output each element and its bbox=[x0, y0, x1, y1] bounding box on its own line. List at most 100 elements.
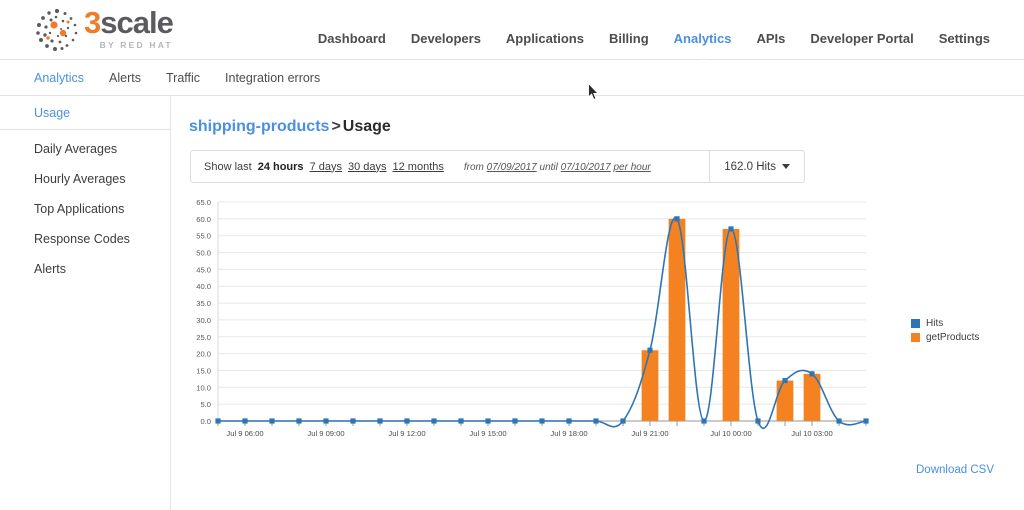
chart-data-point[interactable] bbox=[566, 418, 572, 424]
chart-data-point[interactable] bbox=[728, 226, 734, 232]
nav-item-apis[interactable]: APIs bbox=[756, 31, 785, 46]
breadcrumb-service-link[interactable]: shipping-products bbox=[189, 118, 329, 135]
brand-name-rest: scale bbox=[100, 4, 174, 40]
range-option-12-months[interactable]: 12 months bbox=[393, 161, 444, 173]
usage-chart: 0.0 5.0 10.0 15.0 20.0 25.0 30.0 35.0 40.0 45.0 50… bbox=[171, 194, 1024, 454]
sidebar-item-daily-averages[interactable]: Daily Averages bbox=[0, 134, 170, 164]
y-axis-tick-label: 5.0 bbox=[200, 400, 211, 409]
range-selector: Show last 24 hours 7 days 30 days 12 mon… bbox=[191, 161, 651, 173]
download-csv-link[interactable]: Download CSV bbox=[916, 464, 994, 476]
chart-data-point[interactable] bbox=[593, 418, 599, 424]
until-label: until bbox=[539, 161, 558, 173]
x-axis-tick-label: Jul 9 09:00 bbox=[307, 429, 344, 438]
sidebar-item-hourly-averages[interactable]: Hourly Averages bbox=[0, 164, 170, 194]
until-date[interactable]: 07/10/2017 bbox=[561, 162, 611, 173]
y-axis-tick-label: 60.0 bbox=[196, 215, 211, 224]
chart-data-point[interactable] bbox=[485, 418, 491, 424]
chart-bar[interactable] bbox=[641, 350, 659, 421]
range-option-30-days[interactable]: 30 days bbox=[348, 161, 387, 173]
x-axis-tick-label: Jul 9 06:00 bbox=[226, 429, 263, 438]
chart-data-point[interactable] bbox=[647, 347, 653, 353]
range-option-7-days[interactable]: 7 days bbox=[310, 161, 342, 173]
chart-data-point[interactable] bbox=[674, 216, 680, 222]
legend-item-hits[interactable]: Hits bbox=[911, 318, 979, 329]
chart-data-point[interactable] bbox=[539, 418, 545, 424]
x-axis-tick-label: Jul 9 12:00 bbox=[388, 429, 425, 438]
breadcrumb: shipping-products > Usage bbox=[189, 118, 391, 136]
chart-data-point[interactable] bbox=[809, 371, 815, 377]
show-last-label: Show last bbox=[204, 160, 252, 173]
analytics-usage-page: 3scale BY RED HAT Dashboard Developers A… bbox=[0, 0, 1024, 510]
metric-dropdown[interactable]: 162.0 Hits bbox=[709, 151, 804, 182]
chart-data-point[interactable] bbox=[863, 418, 869, 424]
chart-bar[interactable] bbox=[776, 380, 794, 421]
subnav-item-traffic[interactable]: Traffic bbox=[166, 71, 200, 85]
legend-label-hits: Hits bbox=[926, 318, 944, 329]
chart-data-point[interactable] bbox=[782, 377, 788, 384]
chevron-down-icon bbox=[782, 164, 790, 169]
main-navigation: Dashboard Developers Applications Billin… bbox=[318, 31, 990, 66]
top-header: 3scale BY RED HAT Dashboard Developers A… bbox=[0, 0, 1024, 66]
from-date[interactable]: 07/09/2017 bbox=[487, 162, 537, 173]
sidebar-item-response-codes[interactable]: Response Codes bbox=[0, 224, 170, 254]
chart-data-point[interactable] bbox=[755, 418, 761, 424]
sidebar-item-top-applications[interactable]: Top Applications bbox=[0, 194, 170, 224]
y-axis-tick-label: 0.0 bbox=[200, 417, 211, 426]
y-axis-tick-label: 25.0 bbox=[196, 333, 211, 342]
y-axis-tick-label: 20.0 bbox=[196, 350, 211, 359]
nav-item-analytics[interactable]: Analytics bbox=[673, 31, 732, 66]
y-axis-tick-label: 45.0 bbox=[196, 265, 211, 274]
y-axis-tick-label: 55.0 bbox=[196, 232, 211, 241]
chart-line-hits bbox=[217, 217, 867, 430]
chart-data-point[interactable] bbox=[242, 418, 248, 424]
chart-data-point[interactable] bbox=[836, 418, 842, 424]
sub-navigation: Analytics Alerts Traffic Integration err… bbox=[0, 60, 1024, 96]
chart-data-point[interactable] bbox=[377, 418, 383, 424]
x-axis-tick-label: Jul 10 03:00 bbox=[791, 429, 832, 438]
date-range-toolbar: Show last 24 hours 7 days 30 days 12 mon… bbox=[190, 150, 805, 183]
sidebar: Usage Daily Averages Hourly Averages Top… bbox=[0, 96, 171, 510]
brand-name-prefix: 3 bbox=[84, 4, 101, 40]
subnav-item-integration-errors[interactable]: Integration errors bbox=[225, 71, 320, 85]
sidebar-item-alerts[interactable]: Alerts bbox=[0, 254, 170, 284]
from-label: from bbox=[463, 161, 484, 173]
legend-swatch-getproducts bbox=[911, 333, 920, 342]
chart-data-point[interactable] bbox=[620, 418, 626, 424]
y-axis-tick-label: 50.0 bbox=[196, 249, 211, 258]
sidebar-item-usage[interactable]: Usage bbox=[34, 106, 170, 120]
brand-logo[interactable]: 3scale BY RED HAT bbox=[34, 4, 174, 53]
chart-data-point[interactable] bbox=[512, 418, 518, 424]
brand-wordmark: 3scale BY RED HAT bbox=[84, 4, 174, 50]
legend-item-getproducts[interactable]: getProducts bbox=[911, 332, 979, 343]
chart-legend: Hits getProducts bbox=[911, 318, 979, 346]
usage-chart-svg[interactable]: 0.0 5.0 10.0 15.0 20.0 25.0 30.0 35.0 40.0 45.0 50… bbox=[171, 194, 1024, 454]
chart-data-point[interactable] bbox=[404, 418, 410, 424]
chart-data-point[interactable] bbox=[431, 418, 437, 424]
nav-item-developers[interactable]: Developers bbox=[411, 31, 481, 46]
granularity-label[interactable]: per hour bbox=[614, 162, 651, 173]
range-option-24-hours[interactable]: 24 hours bbox=[258, 161, 304, 173]
subnav-item-alerts[interactable]: Alerts bbox=[109, 71, 141, 85]
x-axis-tick-label: Jul 9 18:00 bbox=[550, 429, 587, 438]
chart-data-point[interactable] bbox=[269, 418, 275, 424]
x-axis-tick-label: Jul 9 21:00 bbox=[631, 429, 668, 438]
chart-data-point[interactable] bbox=[323, 418, 329, 424]
nav-item-dashboard[interactable]: Dashboard bbox=[318, 31, 386, 46]
nav-item-applications[interactable]: Applications bbox=[506, 31, 584, 46]
chart-data-point[interactable] bbox=[350, 418, 356, 424]
chart-data-point[interactable] bbox=[296, 418, 302, 424]
y-axis-tick-label: 15.0 bbox=[196, 366, 211, 375]
x-axis-tick-label: Jul 9 15:00 bbox=[469, 429, 506, 438]
legend-label-getproducts: getProducts bbox=[926, 332, 980, 343]
nav-item-settings[interactable]: Settings bbox=[939, 31, 990, 46]
main-content: shipping-products > Usage Show last 24 hou… bbox=[171, 96, 1024, 510]
chart-data-point[interactable] bbox=[458, 418, 464, 424]
chart-data-point[interactable] bbox=[701, 418, 707, 424]
nav-item-billing[interactable]: Billing bbox=[609, 31, 649, 46]
3scale-dots-logo-icon bbox=[34, 7, 80, 53]
subnav-item-analytics[interactable]: Analytics bbox=[34, 71, 84, 85]
y-axis-tick-label: 10.0 bbox=[196, 383, 211, 392]
chart-data-point[interactable] bbox=[215, 418, 221, 424]
nav-item-developer-portal[interactable]: Developer Portal bbox=[810, 31, 913, 46]
nav-item-analytics-label: Analytics bbox=[673, 31, 732, 46]
